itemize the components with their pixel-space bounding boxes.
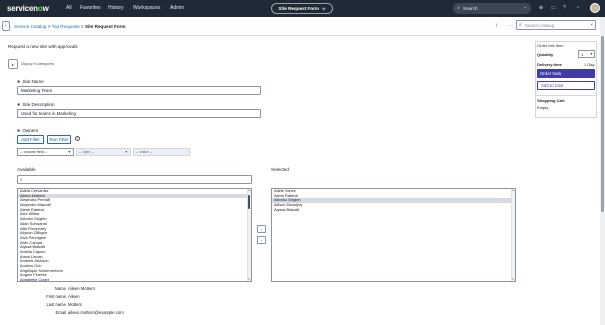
selected-list[interactable]: Adele Vance Alene Rabeck Alfonso Griglen Al… — [271, 188, 516, 282]
delivery-time-value: 1 Day — [584, 62, 595, 67]
breadcrumb: Service Catalog > Top Requests > Site Re… — [14, 24, 126, 29]
detail-value-last-name: Mottern — [68, 302, 83, 307]
help-icon[interactable]: ? — [75, 136, 80, 141]
chevron-down-icon[interactable]: ⌄ — [524, 4, 527, 9]
close-icon[interactable]: × — [590, 22, 593, 27]
available-label: Available — [17, 167, 36, 172]
filter-value-select[interactable]: -- value -- — [133, 148, 190, 156]
scroll-up-icon[interactable]: ▲ — [511, 189, 515, 192]
site-name-label-text: Site Name — [22, 79, 44, 84]
star-icon[interactable]: ☆ — [322, 6, 326, 11]
quantity-label: Quantity — [537, 52, 554, 57]
breadcrumb-separator: > — [47, 24, 51, 29]
required-icon: ✱ — [17, 79, 21, 84]
add-filter-button[interactable]: Add Filter — [17, 135, 44, 144]
scroll-down-icon[interactable]: ▼ — [247, 278, 251, 281]
back-button[interactable]: ‹ — [2, 21, 10, 31]
site-name-label: ✱ Site Name — [17, 79, 44, 84]
order-panel-title: Order this Item — [537, 43, 564, 48]
site-description-label-text: Site Description — [22, 102, 55, 107]
add-to-cart-button[interactable]: Add to Cart — [537, 81, 595, 90]
context-pill-label: Site Request Form — [278, 6, 319, 11]
global-search-label: Search — [463, 6, 478, 11]
chevron-down-icon: ▼ — [589, 52, 593, 56]
shopping-cart-status: Empty — [537, 105, 549, 110]
required-icon: ✱ — [17, 128, 21, 133]
required-icon: ✱ — [17, 102, 21, 107]
nav-admin[interactable]: Admin — [170, 5, 184, 11]
form-title: Request a new site with approvals — [8, 44, 78, 49]
servicenow-logo[interactable]: servicenow — [7, 4, 49, 13]
help-icon[interactable]: ? — [563, 5, 566, 11]
chat-icon[interactable]: ▭ — [551, 5, 556, 11]
quantity-value: 1 — [581, 51, 584, 57]
owners-label: ✱ Owners — [17, 128, 38, 133]
filter-operator-value: -- oper -- — [79, 150, 94, 154]
attachment-icon[interactable]: ⌇ — [495, 23, 497, 29]
available-filter-input[interactable]: ⌕ — [17, 175, 252, 184]
run-filter-button[interactable]: Run Filter — [47, 135, 71, 144]
move-right-button[interactable]: › — [257, 225, 266, 233]
breadcrumb-separator: > — [80, 24, 84, 29]
search-icon: ⌕ — [457, 5, 460, 11]
site-description-input[interactable]: Used for teams in Marketing — [17, 109, 261, 118]
global-search[interactable]: ⌕ Search ⌄ — [453, 3, 531, 14]
delivery-time-label: Delivery time — [537, 62, 562, 67]
selected-label: Selected — [271, 167, 289, 172]
list-item[interactable]: Annabelle Coger — [18, 277, 251, 281]
order-now-button[interactable]: Order Now — [537, 69, 595, 78]
list-item[interactable]: Alyssa Biasotti — [272, 207, 515, 213]
shopping-cart-title: Shopping Cart — [537, 98, 565, 103]
site-name-input[interactable]: Marketing Team — [17, 86, 261, 95]
expand-categories-toggle[interactable]: ▸ — [8, 59, 18, 69]
bell-icon[interactable]: ◔ — [576, 5, 579, 11]
more-icon[interactable]: ⋯ — [508, 23, 513, 29]
detail-value-first-name: Aileen — [68, 294, 80, 299]
chevron-down-icon: ▼ — [67, 150, 71, 154]
selected-list-scrollbar[interactable] — [511, 189, 515, 281]
owners-label-text: Owners — [22, 128, 39, 133]
context-pill[interactable]: Site Request Form ☆ — [271, 3, 333, 14]
breadcrumb-service-catalog[interactable]: Service Catalog — [14, 24, 46, 29]
page-scrollbar-thumb[interactable] — [601, 36, 604, 212]
filter-operator-select[interactable]: -- oper -- ▼ — [76, 148, 131, 156]
breadcrumb-current: Site Request Form — [84, 24, 126, 29]
toggle-label: Display in categories — [21, 62, 55, 66]
avatar[interactable] — [590, 3, 600, 13]
search-icon: ⌕ — [519, 22, 522, 27]
available-list[interactable]: Adela Cervantsz Aileen Mottern Alejandra P… — [17, 188, 252, 282]
nav-history[interactable]: History — [108, 5, 124, 11]
catalog-search-input[interactable]: ⌕ Search catalog × — [516, 20, 596, 30]
filter-value-value: -- value -- — [136, 150, 153, 154]
nav-favorites[interactable]: Favorites — [80, 5, 101, 11]
search-icon: ⌕ — [20, 177, 23, 182]
quantity-select[interactable]: 1 ▼ — [578, 50, 595, 58]
detail-value-email: aileen.mottern@example.com — [68, 310, 124, 315]
breadcrumb-top-requests[interactable]: Top Requests — [52, 24, 80, 29]
nav-all[interactable]: All — [66, 5, 72, 11]
site-description-label: ✱ Site Description — [17, 102, 55, 107]
detail-value-name: Aileen Mottern — [68, 286, 95, 291]
filter-field-select[interactable]: -- choose field -- ▼ — [17, 148, 74, 156]
chevron-down-icon: ▼ — [124, 150, 128, 154]
move-left-button[interactable]: ‹ — [257, 236, 266, 244]
scroll-up-icon[interactable]: ▲ — [247, 189, 251, 192]
filter-field-value: -- choose field -- — [20, 150, 48, 154]
nav-workspaces[interactable]: Workspaces — [133, 5, 160, 11]
globe-icon[interactable]: ⊕ — [539, 5, 543, 11]
scroll-down-icon[interactable]: ▼ — [511, 278, 515, 281]
catalog-search-placeholder: Search catalog — [525, 22, 555, 28]
available-list-scroll-thumb[interactable] — [248, 195, 250, 209]
